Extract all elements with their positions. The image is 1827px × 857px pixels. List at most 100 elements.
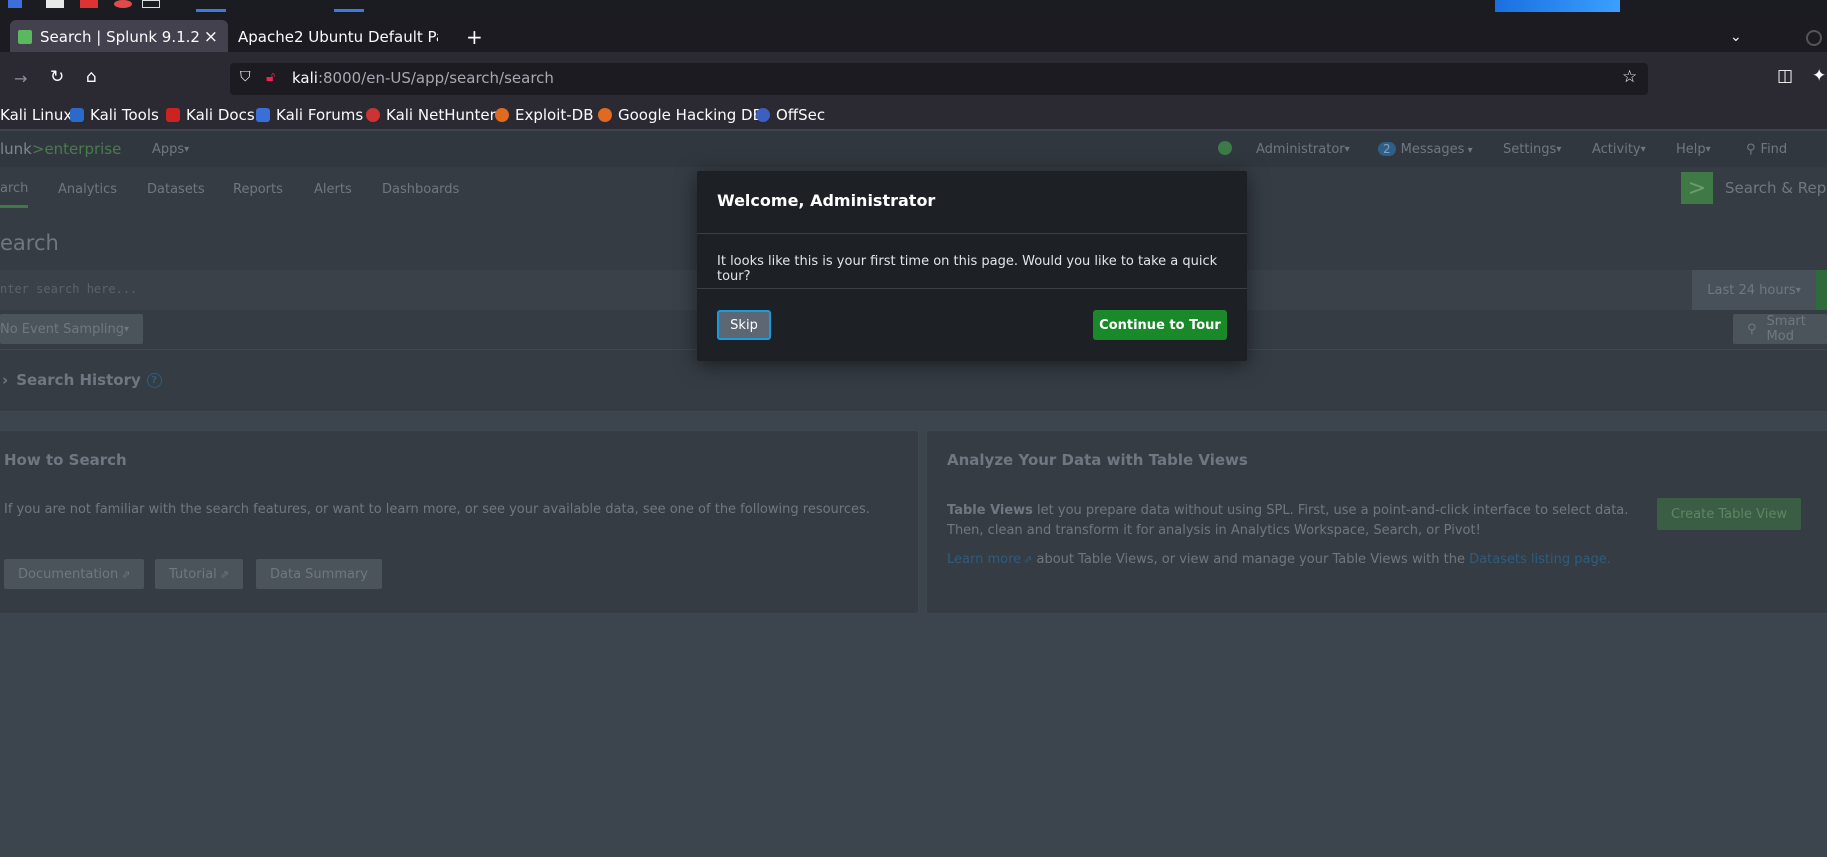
search-icon: ⚲ (1746, 141, 1756, 157)
how-to-search-title: How to Search (4, 451, 127, 469)
search-submit-button[interactable] (1816, 270, 1827, 310)
bookmark-label: Google Hacking DB (618, 106, 763, 124)
app-nav-datasets[interactable]: Datasets (147, 171, 205, 207)
health-status-icon[interactable] (1218, 141, 1232, 155)
kali-tools-icon (70, 108, 84, 122)
create-table-view-button[interactable]: Create Table View (1657, 498, 1801, 530)
tab-apache[interactable]: Apache2 Ubuntu Default Pag (238, 20, 438, 54)
url-text[interactable]: kali:8000/en-US/app/search/search (292, 69, 554, 87)
logo-text: lunk (0, 140, 32, 158)
settings-menu[interactable]: Settings (1503, 131, 1561, 167)
account-icon[interactable] (1806, 30, 1822, 46)
app-title: Search & Repo (1725, 179, 1827, 197)
app-nav-search[interactable]: arch (0, 171, 29, 208)
help-circle-icon[interactable]: ? (146, 372, 162, 388)
search-placeholder: nter search here... (0, 282, 138, 296)
app-nav-reports[interactable]: Reports (233, 171, 283, 207)
bookmark-exploit-db[interactable]: Exploit-DB (495, 106, 594, 124)
smart-mode-dropdown[interactable]: ⚲ Smart Mod (1733, 314, 1827, 344)
help-menu[interactable]: Help (1676, 131, 1711, 167)
bookmark-offsec[interactable]: OffSec (756, 106, 825, 124)
search-history-label: Search History (16, 371, 141, 389)
bookmark-google-hacking-db[interactable]: Google Hacking DB (598, 106, 763, 124)
workspace-indicator[interactable] (196, 9, 226, 12)
documentation-button[interactable]: Documentation ⇗ (4, 559, 145, 589)
admin-menu[interactable]: Administrator (1256, 131, 1350, 167)
app-nav-analytics[interactable]: Analytics (58, 171, 117, 207)
apps-menu[interactable]: Apps (152, 131, 189, 167)
activity-menu[interactable]: Activity (1592, 131, 1646, 167)
table-views-text: Table Views let you prepare data without… (947, 501, 1637, 541)
star-icon[interactable]: ☆ (1622, 67, 1637, 87)
bookmark-label: OffSec (776, 106, 826, 124)
how-to-search-text: If you are not familiar with the search … (4, 502, 870, 517)
find-search[interactable]: ⚲ Find (1746, 131, 1787, 167)
mode-icon: ⚲ (1747, 321, 1757, 337)
bookmark-kali-tools[interactable]: Kali Tools (70, 106, 159, 124)
continue-to-tour-button[interactable]: Continue to Tour (1093, 310, 1227, 340)
table-views-description: let you prepare data without using SPL. … (947, 503, 1629, 538)
messages-menu[interactable]: 2 Messages (1378, 131, 1473, 167)
skip-button[interactable]: Skip (717, 310, 771, 340)
new-tab-button[interactable]: + (466, 20, 486, 54)
learn-more-text: Learn more ⇗ about Table Views, or view a… (947, 552, 1611, 567)
launcher-icon[interactable] (8, 0, 22, 8)
bookmark-label: Kali NetHunter (386, 106, 496, 124)
page-title: earch (0, 231, 59, 255)
shield-icon[interactable]: ⛉ (240, 69, 251, 85)
os-taskbar (0, 0, 1827, 14)
dialog-title: Welcome, Administrator (717, 191, 936, 210)
logo-text-enterprise: >enterprise (31, 140, 122, 158)
splunk-favicon-icon (18, 30, 32, 44)
lock-insecure-icon[interactable]: 🔓︎ (266, 69, 275, 85)
tab-splunk-search[interactable]: Search | Splunk 9.1.2 × (10, 20, 228, 54)
extensions-icon[interactable]: ✦ (1812, 66, 1826, 86)
terminal-icon[interactable] (142, 0, 160, 8)
tutorial-button[interactable]: Tutorial ⇗ (155, 559, 244, 589)
url-path: :8000/en-US/app/search/search (317, 69, 554, 87)
dialog-body: It looks like this is your first time on… (717, 254, 1218, 284)
tab-list-icon[interactable]: ⌄ (1730, 20, 1742, 54)
chevron-right-icon: › (2, 371, 9, 389)
datasets-listing-link[interactable]: Datasets listing page. (1469, 552, 1611, 567)
documentation-label: Documentation (18, 566, 119, 582)
search-history-toggle[interactable]: › Search History ? (0, 371, 162, 389)
offsec-icon (756, 108, 770, 122)
learn-more-link[interactable]: Learn more (947, 552, 1021, 567)
smart-mode-label: Smart Mod (1766, 314, 1806, 344)
bookmark-kali-docs[interactable]: Kali Docs (166, 106, 255, 124)
close-icon[interactable]: × (204, 27, 218, 47)
files-icon[interactable] (46, 0, 64, 8)
app-nav-alerts[interactable]: Alerts (314, 171, 352, 207)
browser-icon[interactable] (114, 0, 132, 8)
find-label: Find (1760, 141, 1788, 157)
tab-label: Apache2 Ubuntu Default Pag (238, 28, 438, 46)
workspace-indicator[interactable] (334, 9, 364, 12)
event-sampling-dropdown[interactable]: No Event Sampling (0, 314, 144, 344)
pocket-icon[interactable]: ◫ (1777, 66, 1793, 86)
tutorial-label: Tutorial (169, 566, 217, 582)
home-icon[interactable]: ⌂ (86, 67, 97, 87)
url-host: kali (292, 69, 318, 87)
kali-docs-icon (166, 108, 180, 122)
url-bar[interactable]: ⛉ 🔓︎ kali:8000/en-US/app/search/search ☆ (230, 63, 1648, 95)
forward-icon[interactable]: → (14, 69, 27, 88)
bookmark-label: Kali Tools (90, 106, 159, 124)
app-nav-dashboards[interactable]: Dashboards (382, 171, 459, 207)
data-summary-button[interactable]: Data Summary (256, 559, 382, 589)
bookmarks-bar: Kali Linux Kali Tools Kali Docs Kali For… (0, 103, 1827, 129)
messages-label: Messages (1401, 142, 1473, 157)
reload-icon[interactable]: ↻ (50, 67, 64, 87)
table-views-panel: Analyze Your Data with Table Views Table… (926, 430, 1827, 614)
messages-count-badge: 2 (1378, 142, 1396, 156)
kali-forums-icon (256, 108, 270, 122)
splunk-top-bar: lunk>enterprise Apps Administrator 2 Mes… (0, 131, 1827, 167)
app-icon[interactable] (80, 0, 98, 8)
bookmark-kali-nethunter[interactable]: Kali NetHunter (366, 106, 496, 124)
table-views-bold: Table Views (947, 503, 1033, 518)
time-range-picker[interactable]: Last 24 hours (1692, 270, 1816, 310)
cpu-graph (1495, 0, 1620, 12)
splunk-logo[interactable]: lunk >enterprise (0, 131, 121, 167)
bookmark-kali-forums[interactable]: Kali Forums (256, 106, 363, 124)
bookmark-kali-linux[interactable]: Kali Linux (0, 106, 72, 124)
